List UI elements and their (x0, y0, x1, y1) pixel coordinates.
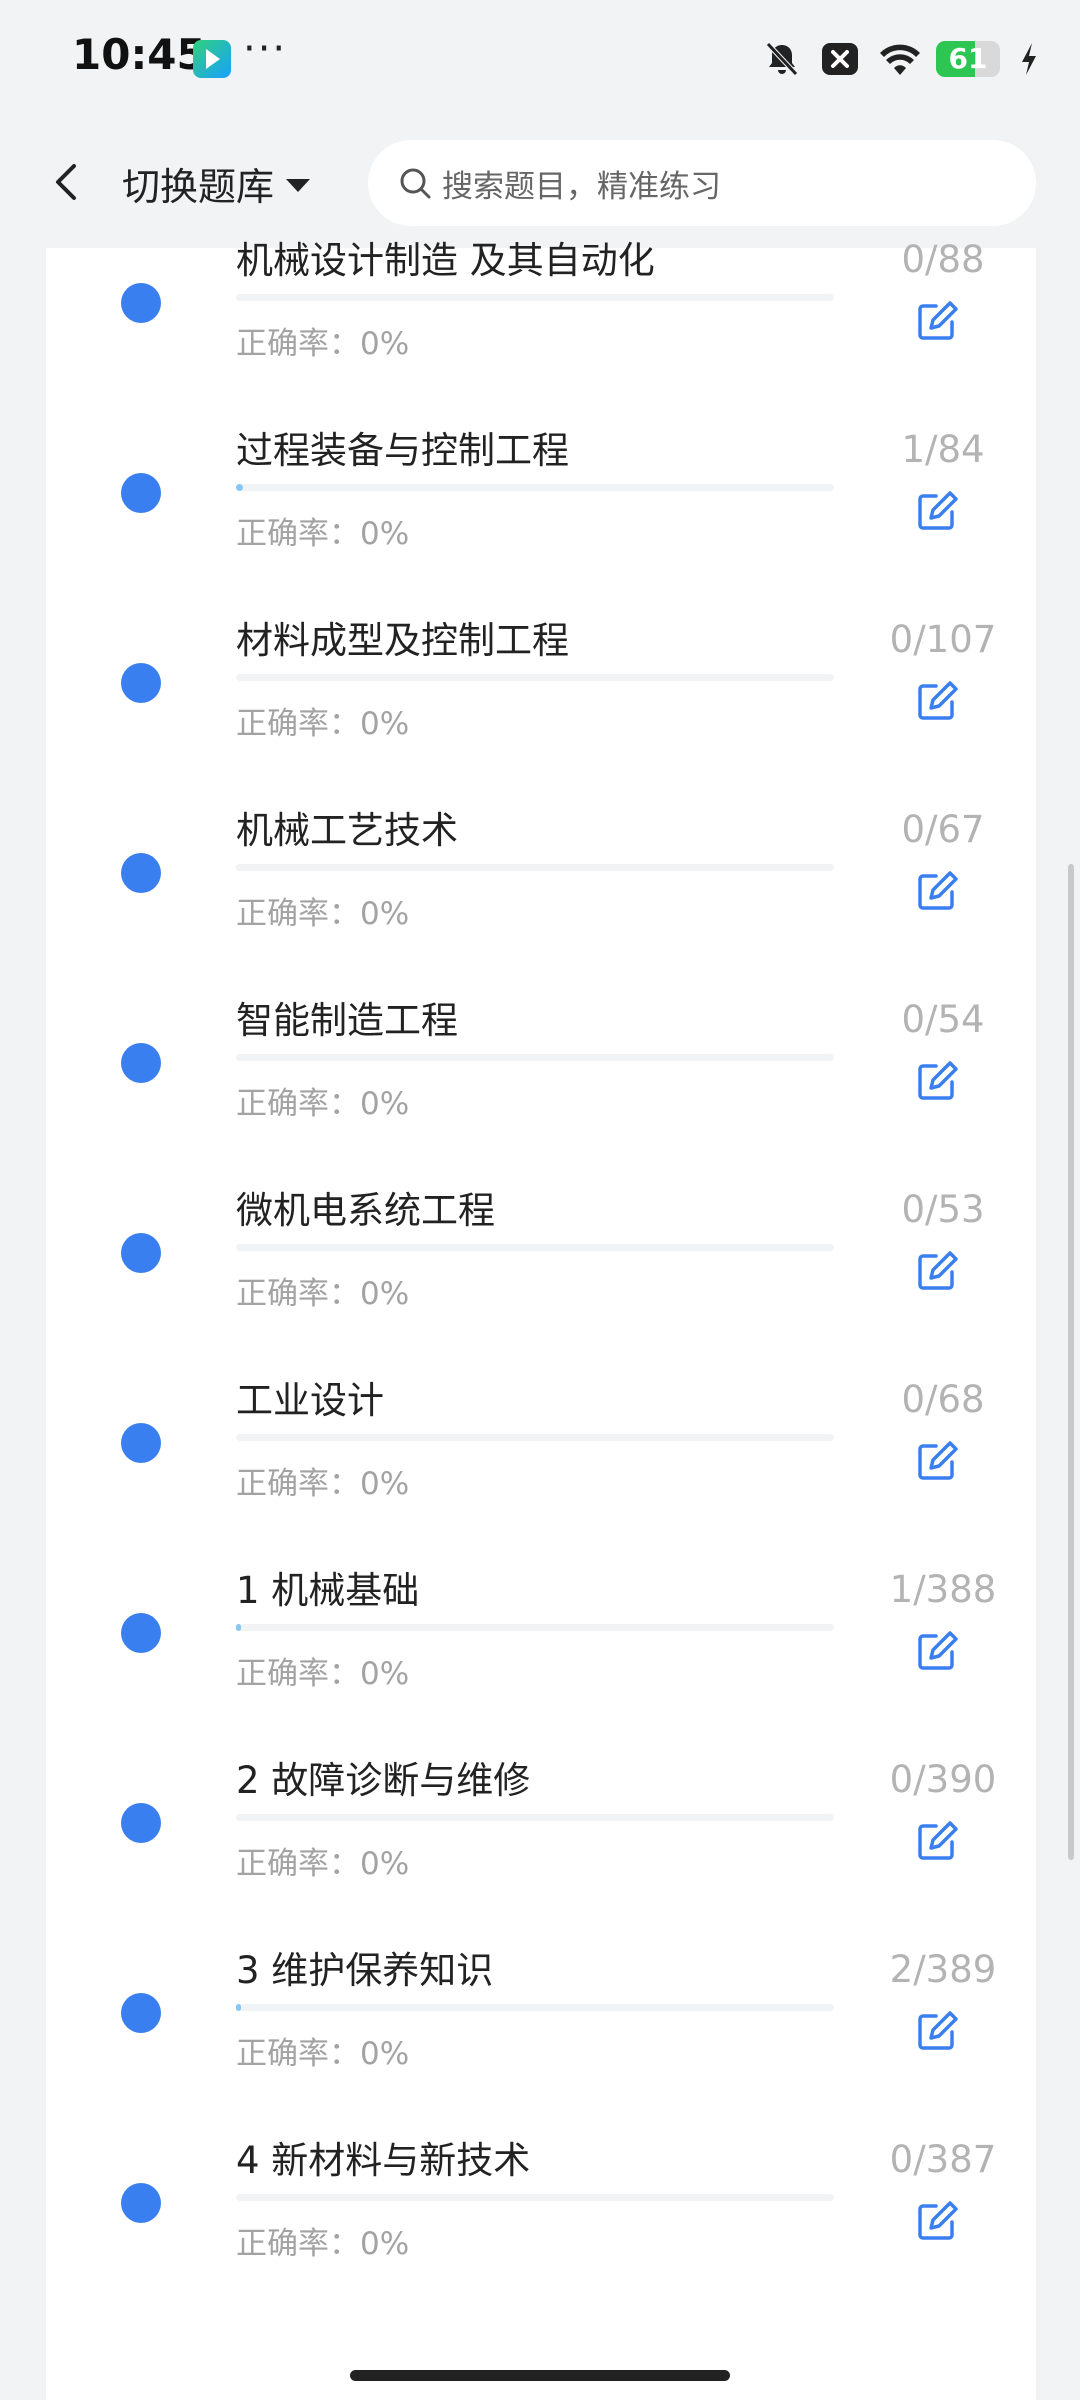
progress-bar (236, 294, 834, 301)
accuracy-text: 正确率：0% (236, 1656, 410, 1692)
edit-icon[interactable] (914, 868, 960, 914)
status-dot (121, 473, 161, 513)
progress-fill (236, 484, 244, 491)
progress-bar (236, 1244, 834, 1251)
progress-bar (236, 864, 834, 871)
item-title: 材料成型及控制工程 (236, 619, 569, 662)
status-dot (121, 663, 161, 703)
accuracy-text: 正确率：0% (236, 1466, 410, 1502)
accuracy-text: 正确率：0% (236, 706, 410, 742)
edit-icon[interactable] (914, 1818, 960, 1864)
item-title: 2 故障诊断与维修 (236, 1759, 531, 1802)
progress-bar (236, 1624, 834, 1631)
question-bank-list: 机械设计制造 及其自动化 正确率：0% 0/88 过程装备与控制工程 正确率：0% 1/8… (46, 238, 1036, 2400)
item-title: 机械工艺技术 (236, 809, 458, 852)
item-title: 4 新材料与新技术 (236, 2139, 531, 2182)
status-dot (121, 1613, 161, 1653)
status-bar: 10:45 ··· 61 (0, 0, 1080, 118)
status-dot (121, 1233, 161, 1273)
status-dot (121, 283, 161, 323)
accuracy-text: 正确率：0% (236, 896, 410, 932)
edit-icon[interactable] (914, 1058, 960, 1104)
accuracy-text: 正确率：0% (236, 1276, 410, 1312)
list-item[interactable]: 4 新材料与新技术正确率：0% 0/387 (46, 2090, 1036, 2280)
status-icons: 61 (762, 34, 1040, 84)
app-icon (193, 40, 231, 78)
progress-bar (236, 2194, 834, 2201)
answered-count: 0/68 (901, 1378, 985, 1421)
item-title: 工业设计 (236, 1379, 384, 1422)
item-title: 微机电系统工程 (236, 1189, 495, 1232)
status-dot (121, 1423, 161, 1463)
progress-bar (236, 1054, 834, 1061)
progress-fill (236, 2004, 241, 2011)
home-indicator[interactable] (350, 2370, 730, 2381)
edit-icon[interactable] (914, 2198, 960, 2244)
item-title: 智能制造工程 (236, 999, 458, 1042)
progress-bar (236, 674, 834, 681)
edit-icon[interactable] (914, 488, 960, 534)
battery-icon: 61 (936, 41, 1000, 77)
accuracy-text: 正确率：0% (236, 516, 410, 552)
scrollbar[interactable] (1068, 864, 1074, 1860)
bell-off-icon (762, 39, 802, 79)
bolt-icon (1018, 39, 1040, 79)
list-item[interactable]: 微机电系统工程正确率：0% 0/53 (46, 1140, 1036, 1330)
answered-count: 1/388 (889, 1568, 997, 1611)
item-title: 过程装备与控制工程 (236, 429, 569, 472)
list-item[interactable]: 智能制造工程正确率：0% 0/54 (46, 950, 1036, 1140)
status-dot (121, 1993, 161, 2033)
answered-count: 0/387 (889, 2138, 997, 2181)
progress-bar (236, 484, 834, 491)
list-item[interactable]: 材料成型及控制工程正确率：0% 0/107 (46, 570, 1036, 760)
progress-bar (236, 2004, 834, 2011)
status-dot (121, 1043, 161, 1083)
answered-count: 0/54 (901, 998, 985, 1041)
accuracy-text: 正确率：0% (236, 2226, 410, 2262)
answered-count: 0/107 (889, 618, 997, 661)
answered-count: 0/67 (901, 808, 985, 851)
list-item[interactable]: 3 维护保养知识正确率：0% 2/389 (46, 1900, 1036, 2090)
list-item[interactable]: 1 机械基础正确率：0% 1/388 (46, 1520, 1036, 1710)
answered-count: 0/53 (901, 1188, 985, 1231)
status-dot (121, 853, 161, 893)
list-item[interactable]: 过程装备与控制工程正确率：0% 1/84 (46, 380, 1036, 570)
progress-bar (236, 1434, 834, 1441)
list-item[interactable]: 机械工艺技术正确率：0% 0/67 (46, 760, 1036, 950)
edit-icon[interactable] (914, 1438, 960, 1484)
answered-count: 1/84 (901, 428, 985, 471)
status-time: 10:45 (72, 30, 206, 79)
status-dot (121, 2183, 161, 2223)
accuracy-text: 正确率：0% (236, 1086, 410, 1122)
item-title: 1 机械基础 (236, 1569, 420, 1612)
item-title: 机械设计制造 及其自动化 (236, 239, 655, 282)
edit-icon[interactable] (914, 678, 960, 724)
x-box-icon (820, 39, 860, 79)
edit-icon[interactable] (914, 2008, 960, 2054)
progress-fill (236, 1624, 241, 1631)
answered-count: 0/390 (889, 1758, 997, 1801)
accuracy-text: 正确率：0% (236, 1846, 410, 1882)
accuracy-text: 正确率：0% (236, 2036, 410, 2072)
battery-level: 61 (948, 42, 988, 75)
progress-bar (236, 1814, 834, 1821)
accuracy-text: 正确率：0% (236, 326, 410, 362)
more-notifications-icon: ··· (243, 26, 288, 72)
edit-icon[interactable] (914, 1248, 960, 1294)
wifi-icon (878, 39, 920, 79)
answered-count: 0/88 (901, 238, 985, 281)
answered-count: 2/389 (889, 1948, 997, 1991)
status-dot (121, 1803, 161, 1843)
list-item[interactable]: 工业设计正确率：0% 0/68 (46, 1330, 1036, 1520)
list-item[interactable]: 机械设计制造 及其自动化正确率：0% 0/88 (46, 190, 1036, 380)
edit-icon[interactable] (914, 298, 960, 344)
list-item[interactable]: 2 故障诊断与维修正确率：0% 0/390 (46, 1710, 1036, 1900)
item-title: 3 维护保养知识 (236, 1949, 494, 1992)
edit-icon[interactable] (914, 1628, 960, 1674)
